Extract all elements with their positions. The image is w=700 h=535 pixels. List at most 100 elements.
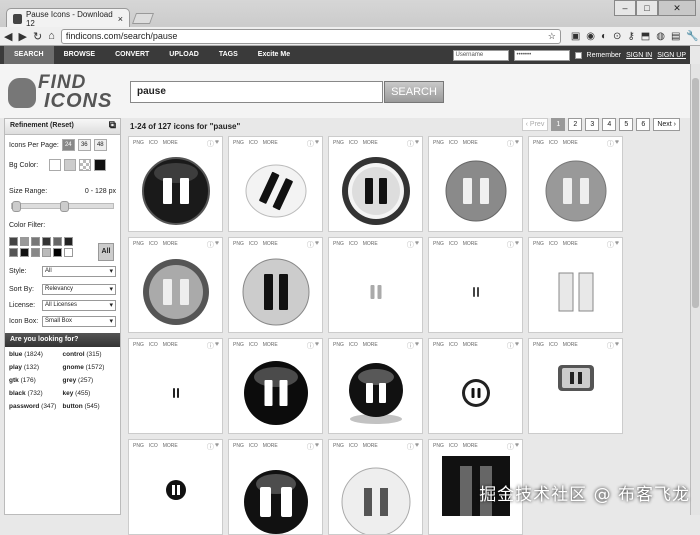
close-tab-icon[interactable]: × <box>118 14 123 24</box>
nav-tags[interactable]: TAGS <box>209 46 248 64</box>
home-icon[interactable]: ⌂ <box>48 30 55 42</box>
icon-tile[interactable]: PNG ICO MORE ⓘ ♥ <box>128 237 223 333</box>
slider-min-handle[interactable] <box>12 201 21 212</box>
bg-white-swatch[interactable] <box>49 159 62 171</box>
tag-link[interactable]: grey (257) <box>63 377 117 384</box>
icon-tile[interactable]: PNG ICO MORE ⓘ ♥ <box>128 136 223 232</box>
icon-tile[interactable]: PNG ICO MORE ⓘ ♥ <box>128 338 223 434</box>
tag-link[interactable]: gnome (1572) <box>63 364 117 371</box>
next-page-button[interactable]: Next › <box>653 118 680 131</box>
color-swatch[interactable] <box>31 237 40 246</box>
maximize-icon[interactable]: □ <box>636 0 658 16</box>
icon-tile[interactable]: PNG ICO MORE ⓘ ♥ <box>428 237 523 333</box>
icon-tile[interactable]: PNG ICO MORE ⓘ ♥ <box>428 338 523 434</box>
icon-tile[interactable]: PNG ICO MORE ⓘ ♥ <box>428 136 523 232</box>
extension-icon[interactable]: ◍ <box>656 31 665 42</box>
icon-tile[interactable]: PNG ICO MORE ⓘ ♥ <box>228 237 323 333</box>
close-window-icon[interactable]: ✕ <box>658 0 696 16</box>
icon-tile[interactable]: PNG ICO MORE ⓘ ♥ <box>228 439 323 535</box>
remember-checkbox[interactable] <box>574 51 582 59</box>
page-1[interactable]: 1 <box>551 118 566 131</box>
color-swatch[interactable] <box>9 248 18 257</box>
extension-icon[interactable]: ⊙ <box>613 31 621 42</box>
page-6[interactable]: 6 <box>636 118 651 131</box>
extension-icon[interactable]: ▣ <box>571 31 580 42</box>
page-4[interactable]: 4 <box>602 118 617 131</box>
scrollbar-thumb[interactable] <box>692 78 699 308</box>
back-icon[interactable]: ◀ <box>4 30 12 43</box>
icon-tile[interactable]: PNG ICO MORE ⓘ ♥ <box>528 136 623 232</box>
page-5[interactable]: 5 <box>619 118 634 131</box>
color-swatch[interactable] <box>42 248 51 257</box>
icon-tile[interactable]: PNG ICO MORE ⓘ ♥ <box>328 338 423 434</box>
findicons-logo[interactable]: FIND ICONS <box>8 70 120 112</box>
wrench-icon[interactable]: 🔧 <box>686 31 698 42</box>
forward-icon[interactable]: ▶ <box>18 30 26 43</box>
prev-page-button[interactable]: ‹ Prev <box>521 118 549 131</box>
license-select[interactable]: All Licenses <box>42 299 116 311</box>
color-swatch[interactable] <box>9 237 18 246</box>
bookmark-star-icon[interactable]: ☆ <box>548 31 556 42</box>
sign-in-link[interactable]: SIGN IN <box>626 52 652 59</box>
icon-tile[interactable]: PNG ICO MORE ⓘ ♥ <box>328 439 423 535</box>
bg-transparent-swatch[interactable] <box>79 159 92 171</box>
per-page-48[interactable]: 48 <box>93 139 107 151</box>
extension-icon[interactable]: ⬒ <box>641 31 650 42</box>
page-3[interactable]: 3 <box>585 118 600 131</box>
new-tab-button[interactable] <box>131 13 155 24</box>
page-menu-icon[interactable]: ▤ <box>671 31 680 42</box>
icon-tile[interactable]: PNG ICO MORE ⓘ ♥ <box>328 136 423 232</box>
extension-icon[interactable]: ◐ <box>601 31 607 42</box>
slider-max-handle[interactable] <box>60 201 69 212</box>
color-swatch[interactable] <box>31 248 40 257</box>
extension-icon[interactable]: ⚷ <box>627 31 634 42</box>
nav-search[interactable]: SEARCH <box>4 46 54 64</box>
refinement-reset-link[interactable]: Refinement (Reset) <box>10 122 74 129</box>
color-swatch[interactable] <box>64 248 73 257</box>
username-input[interactable]: Username <box>452 49 509 61</box>
color-swatch[interactable] <box>42 237 51 246</box>
tag-link[interactable]: black (732) <box>9 390 63 397</box>
external-link-icon[interactable]: ⧉ <box>109 120 116 131</box>
tag-link[interactable]: button (545) <box>63 403 117 410</box>
search-input[interactable]: pause <box>130 81 383 103</box>
nav-browse[interactable]: BROWSE <box>54 46 106 64</box>
per-page-36[interactable]: 36 <box>77 139 91 151</box>
reload-icon[interactable]: ↻ <box>33 30 42 43</box>
bg-black-swatch[interactable] <box>94 159 107 171</box>
sign-up-link[interactable]: SIGN UP <box>657 52 686 59</box>
size-range-slider[interactable] <box>11 201 114 212</box>
page-2[interactable]: 2 <box>568 118 583 131</box>
page-scrollbar[interactable] <box>690 64 700 515</box>
nav-convert[interactable]: CONVERT <box>105 46 159 64</box>
browser-tab[interactable]: Pause Icons - Download 12 × <box>6 8 130 28</box>
style-select[interactable]: All <box>42 265 116 277</box>
icon-tile[interactable]: PNG ICO MORE ⓘ ♥ <box>528 338 623 434</box>
nav-upload[interactable]: UPLOAD <box>159 46 209 64</box>
color-swatch[interactable] <box>64 237 73 246</box>
address-bar[interactable]: findicons.com/search/pause ☆ <box>60 28 561 44</box>
sort-select[interactable]: Relevancy <box>42 283 116 295</box>
nav-excite-me[interactable]: Excite Me <box>248 46 300 64</box>
icon-tile[interactable]: PNG ICO MORE ⓘ ♥ <box>228 338 323 434</box>
per-page-24[interactable]: 24 <box>61 139 75 151</box>
icon-tile[interactable]: PNG ICO MORE ⓘ ♥ <box>228 136 323 232</box>
color-swatch[interactable] <box>20 248 29 257</box>
minimize-icon[interactable]: – <box>614 0 636 16</box>
icon-tile[interactable]: PNG ICO MORE ⓘ ♥ <box>328 237 423 333</box>
icon-tile[interactable]: PNG ICO MORE ⓘ ♥ <box>528 237 623 333</box>
icon-tile[interactable]: PNG ICO MORE ⓘ ♥ <box>128 439 223 535</box>
tag-link[interactable]: play (132) <box>9 364 63 371</box>
tag-link[interactable]: password (347) <box>9 403 63 410</box>
color-swatch[interactable] <box>53 237 62 246</box>
tag-link[interactable]: control (315) <box>63 351 117 358</box>
tag-link[interactable]: gtk (176) <box>9 377 63 384</box>
password-input[interactable]: ••••••• <box>513 49 570 61</box>
color-swatch[interactable] <box>53 248 62 257</box>
tag-link[interactable]: key (455) <box>63 390 117 397</box>
icon-box-select[interactable]: Small Box <box>42 315 116 327</box>
search-button[interactable]: SEARCH <box>384 81 444 103</box>
tag-link[interactable]: blue (1824) <box>9 351 63 358</box>
extension-icon[interactable]: ◉ <box>586 31 595 42</box>
color-all-button[interactable]: All <box>98 243 114 261</box>
